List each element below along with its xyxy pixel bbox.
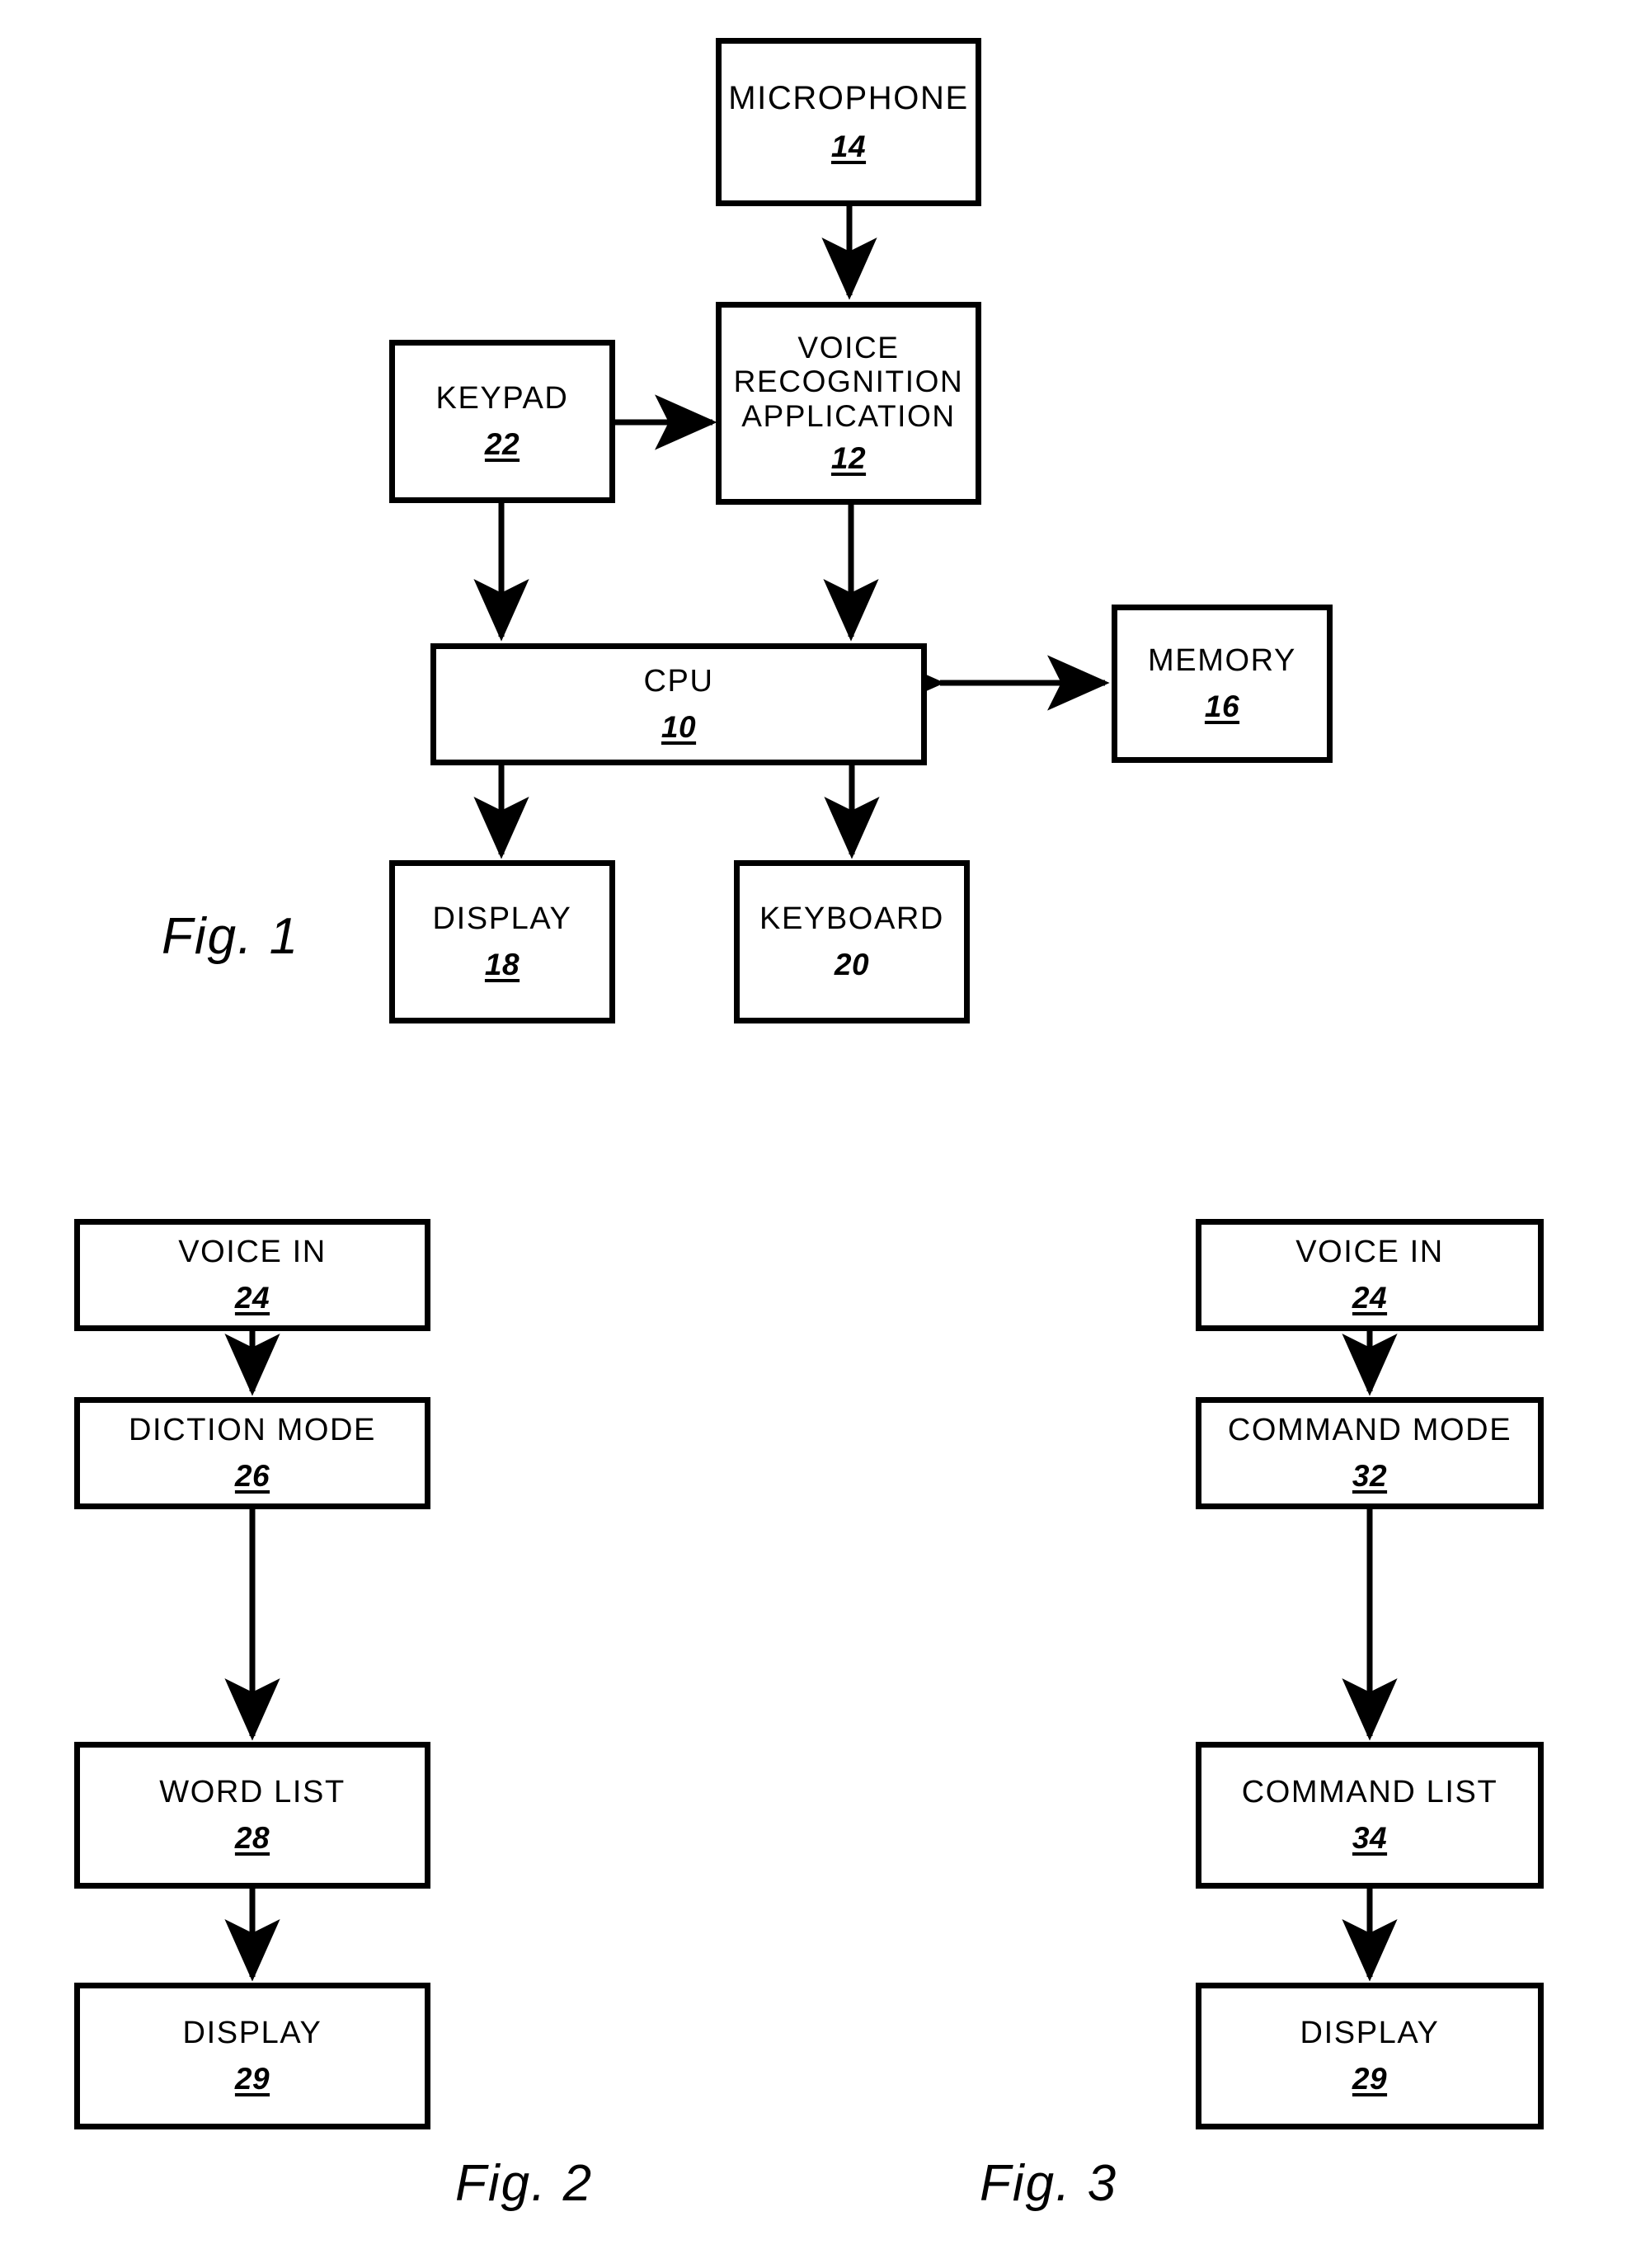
node-reference-numeral: 20 xyxy=(834,948,870,982)
node-keyboard-20: KEYBOARD 20 xyxy=(734,860,970,1023)
node-title: WORD LIST xyxy=(159,1774,346,1809)
node-microphone: MICROPHONE 14 xyxy=(716,38,981,206)
node-reference-numeral: 32 xyxy=(1352,1459,1388,1494)
node-title: DISPLAY xyxy=(182,2015,322,2050)
node-diction-mode: DICTION MODE 26 xyxy=(74,1397,430,1509)
node-reference-numeral: 28 xyxy=(234,1821,270,1856)
node-word-list: WORD LIST 28 xyxy=(74,1742,430,1889)
node-reference-numeral: 29 xyxy=(1352,2062,1388,2096)
node-voice-in-24-fig2: VOICE IN 24 xyxy=(74,1219,430,1331)
node-reference-numeral: 10 xyxy=(661,710,697,745)
node-title: COMMAND LIST xyxy=(1241,1774,1498,1809)
figure-label-1: Fig. 1 xyxy=(162,908,300,965)
node-title: MEMORY xyxy=(1148,642,1296,678)
node-title: DISPLAY xyxy=(432,901,572,936)
figure-label-3: Fig. 3 xyxy=(980,2155,1118,2212)
node-title: KEYPAD xyxy=(435,380,569,416)
node-reference-numeral: 24 xyxy=(234,1281,270,1315)
node-keypad: KEYPAD 22 xyxy=(389,340,615,503)
node-reference-numeral: 12 xyxy=(830,441,867,476)
node-title: CPU xyxy=(643,663,714,699)
node-reference-numeral: 29 xyxy=(234,2062,270,2096)
node-reference-numeral: 16 xyxy=(1204,689,1240,724)
node-command-mode: COMMAND MODE 32 xyxy=(1196,1397,1544,1509)
node-title: VOICE IN xyxy=(178,1234,327,1269)
node-reference-numeral: 18 xyxy=(484,948,520,982)
node-display-29-fig2: DISPLAY 29 xyxy=(74,1983,430,2129)
node-voice-recognition-application: VOICE RECOGNITION APPLICATION 12 xyxy=(716,302,981,505)
node-display-29-fig3: DISPLAY 29 xyxy=(1196,1983,1544,2129)
node-reference-numeral: 14 xyxy=(830,129,867,163)
node-display-18: DISPLAY 18 xyxy=(389,860,615,1023)
node-voice-in-24-fig3: VOICE IN 24 xyxy=(1196,1219,1544,1331)
node-reference-numeral: 22 xyxy=(484,427,520,462)
patent-drawing-sheet: MICROPHONE 14 VOICE RECOGNITION APPLICAT… xyxy=(0,0,1641,2268)
node-reference-numeral: 24 xyxy=(1352,1281,1388,1315)
node-title: DICTION MODE xyxy=(129,1412,376,1447)
figure-label-2: Fig. 2 xyxy=(455,2155,594,2212)
node-title: COMMAND MODE xyxy=(1227,1412,1512,1447)
node-title: VOICE IN xyxy=(1295,1234,1444,1269)
node-title: KEYBOARD xyxy=(759,901,944,936)
node-title: MICROPHONE xyxy=(728,80,969,117)
node-memory: MEMORY 16 xyxy=(1112,605,1333,763)
node-cpu: CPU 10 xyxy=(430,643,927,765)
node-command-list: COMMAND LIST 34 xyxy=(1196,1742,1544,1889)
node-reference-numeral: 34 xyxy=(1352,1821,1388,1856)
node-title: VOICE RECOGNITION APPLICATION xyxy=(733,330,964,433)
node-title: DISPLAY xyxy=(1300,2015,1440,2050)
node-reference-numeral: 26 xyxy=(234,1459,270,1494)
